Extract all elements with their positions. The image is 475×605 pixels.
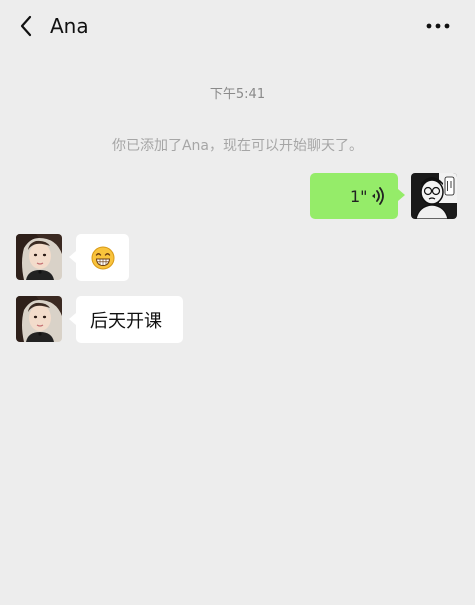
voice-wave-icon <box>371 187 384 205</box>
message-timestamp: 下午5:41 <box>209 87 266 102</box>
more-dots-icon <box>426 23 450 29</box>
chat-title: Ana <box>50 14 89 38</box>
voice-duration: 1" <box>350 186 368 206</box>
message-text: 后天开课 <box>90 310 162 332</box>
back-button[interactable] <box>12 12 40 40</box>
contact-avatar[interactable] <box>16 296 62 342</box>
text-message-bubble[interactable]: 后天开课 <box>69 296 183 343</box>
more-button[interactable] <box>423 14 453 38</box>
self-avatar[interactable] <box>411 173 457 219</box>
voice-message-bubble[interactable]: 1" <box>310 173 405 219</box>
system-notice: 你已添加了Ana，现在可以开始聊天了。 <box>111 138 364 154</box>
contact-avatar[interactable] <box>16 234 62 280</box>
grin-emoji-icon <box>91 246 115 269</box>
emoji-message-bubble[interactable] <box>69 234 129 281</box>
back-chevron-icon <box>20 15 32 37</box>
chat-header: Ana <box>0 0 475 52</box>
